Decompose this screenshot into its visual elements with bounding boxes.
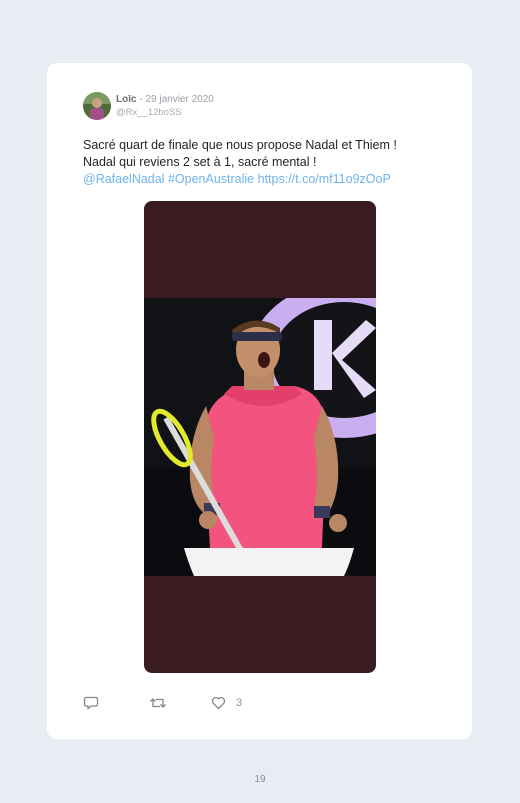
page-number: 19 (254, 774, 266, 785)
reply-icon (83, 696, 99, 710)
like-count: 3 (236, 697, 243, 709)
retweet-icon (150, 698, 166, 708)
like-button[interactable]: 3 (211, 696, 242, 710)
tennis-player-photo (144, 298, 376, 576)
url-link[interactable]: https://t.co/mf11o9zOoP (258, 172, 391, 186)
mention-link[interactable]: @RafaelNadal (83, 172, 164, 186)
author-meta: Loïc - 29 janvier 2020 @Rx__12boSS (116, 93, 214, 119)
tweet-media[interactable] (144, 201, 376, 673)
tweet-date: 29 janvier 2020 (145, 94, 214, 105)
tweet-header: Loïc - 29 janvier 2020 @Rx__12boSS (83, 91, 214, 121)
author-name[interactable]: Loïc (116, 94, 137, 105)
hashtag-link[interactable]: #OpenAustralie (168, 172, 254, 186)
author-line: Loïc - 29 janvier 2020 (116, 93, 214, 106)
heart-icon (211, 696, 226, 710)
tweet-text-line-2: Nadal qui reviens 2 set à 1, sacré menta… (83, 155, 317, 169)
author-handle[interactable]: @Rx__12boSS (116, 106, 214, 119)
tweet-text: Sacré quart de finale que nous propose N… (83, 137, 433, 188)
tweet-text-line-3: @RafaelNadal #OpenAustralie https://t.co… (83, 171, 433, 188)
tweet-actions: 3 (83, 694, 242, 712)
avatar-image (83, 92, 111, 120)
tweet-text-line-1: Sacré quart de finale que nous propose N… (83, 138, 397, 152)
avatar[interactable] (83, 92, 111, 120)
reply-button[interactable] (83, 696, 149, 710)
retweet-button[interactable] (149, 696, 211, 710)
tweet-card: Loïc - 29 janvier 2020 @Rx__12boSS Sacré… (47, 63, 472, 739)
